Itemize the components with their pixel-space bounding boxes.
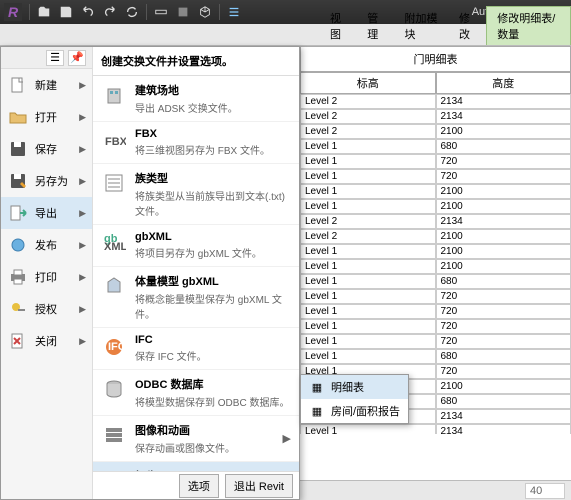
folder-open-icon (7, 107, 29, 127)
gbxml-icon: gbXML (101, 231, 127, 257)
odbc-icon (101, 376, 127, 402)
appmenu-export[interactable]: 导出▶ (1, 197, 92, 229)
chevron-right-icon: ▶ (79, 112, 86, 123)
table-row[interactable]: Level 12134 (300, 424, 571, 434)
report-flyout: ▦明细表▦房间/面积报告 (300, 374, 409, 424)
ribbon-tab-2[interactable]: 附加模块 (395, 7, 450, 45)
save-as-icon (7, 171, 29, 191)
flyout-schedule[interactable]: ▦明细表 (301, 375, 408, 399)
mass-icon (101, 273, 127, 299)
chevron-right-icon: ▶ (283, 432, 291, 445)
chevron-right-icon: ▶ (79, 336, 86, 347)
schedule-col-header[interactable]: 高度 (436, 72, 571, 94)
qat-redo-icon[interactable] (100, 3, 120, 21)
appmenu-file-new[interactable]: 新建▶ (1, 69, 92, 101)
appmenu-print[interactable]: 打印▶ (1, 261, 92, 293)
qat-measure-icon[interactable] (151, 3, 171, 21)
table-row[interactable]: Level 12100 (300, 259, 571, 274)
schedule-col-header[interactable]: 标高 (300, 72, 436, 94)
appmenu-license[interactable]: 授权▶ (1, 293, 92, 325)
table-row[interactable]: Level 22134 (300, 94, 571, 109)
qat-sync-icon[interactable] (122, 3, 142, 21)
chevron-right-icon: ▶ (79, 240, 86, 251)
export-ifc[interactable]: IFCIFC保存 IFC 文件。 (93, 328, 299, 370)
svg-text:IFC: IFC (108, 341, 126, 353)
room-icon: ▦ (309, 403, 325, 419)
ribbon-tab-3[interactable]: 修改 (449, 7, 486, 45)
table-row[interactable]: Level 1720 (300, 319, 571, 334)
table-row[interactable]: Level 12100 (300, 244, 571, 259)
export-image[interactable]: 图像和动画保存动画或图像文件。▶ (93, 416, 299, 462)
building-icon (101, 82, 127, 108)
appmenu-folder-open[interactable]: 打开▶ (1, 101, 92, 133)
svg-text:FBX: FBX (105, 136, 126, 148)
qat-undo-icon[interactable] (78, 3, 98, 21)
print-icon (7, 267, 29, 287)
table-row[interactable]: Level 12100 (300, 184, 571, 199)
export-building[interactable]: 建筑场地导出 ADSK 交换文件。 (93, 76, 299, 122)
close-icon (7, 331, 29, 351)
publish-icon (7, 235, 29, 255)
ribbon-tab-1[interactable]: 管理 (357, 7, 394, 45)
export-fbx[interactable]: FBXFBX将三维视图另存为 FBX 文件。 (93, 122, 299, 164)
chevron-right-icon: ▶ (79, 304, 86, 315)
pin-icon[interactable]: 📌 (68, 50, 86, 66)
table-row[interactable]: Level 22100 (300, 229, 571, 244)
table-row[interactable]: Level 1720 (300, 289, 571, 304)
flyout-room[interactable]: ▦房间/面积报告 (301, 399, 408, 423)
exit-revit-button[interactable]: 退出 Revit (225, 474, 293, 498)
export-report[interactable]: 报告保存明细表或房间/面积报告。▶ (93, 462, 299, 471)
appmenu-save-as[interactable]: 另存为▶ (1, 165, 92, 197)
table-row[interactable]: Level 12100 (300, 199, 571, 214)
status-value: 40 (525, 483, 565, 499)
recent-docs-icon[interactable]: ☰ (46, 50, 64, 66)
table-row[interactable]: Level 1680 (300, 349, 571, 364)
appmenu-publish[interactable]: 发布▶ (1, 229, 92, 261)
qat-list-icon[interactable] (224, 3, 244, 21)
license-icon (7, 299, 29, 319)
table-row[interactable]: Level 1680 (300, 274, 571, 289)
chevron-right-icon: ▶ (79, 272, 86, 283)
appmenu-save[interactable]: 保存▶ (1, 133, 92, 165)
ribbon-tab-4[interactable]: 修改明细表/数量 (486, 6, 571, 45)
ifc-icon: IFC (101, 334, 127, 360)
chevron-right-icon: ▶ (79, 80, 86, 91)
export-panel-header: 创建交换文件并设置选项。 (93, 47, 299, 76)
fbx-icon: FBX (101, 128, 127, 154)
export-icon (7, 203, 29, 223)
table-row[interactable]: Level 22100 (300, 124, 571, 139)
export-odbc[interactable]: ODBC 数据库将模型数据保存到 ODBC 数据库。 (93, 370, 299, 416)
table-row[interactable]: Level 1720 (300, 304, 571, 319)
svg-text:XML: XML (104, 241, 126, 253)
chevron-right-icon: ▶ (79, 208, 86, 219)
image-icon (101, 422, 127, 448)
table-row[interactable]: Level 1680 (300, 139, 571, 154)
save-icon (7, 139, 29, 159)
qat-open-icon[interactable] (34, 3, 54, 21)
revit-logo[interactable]: R (4, 3, 22, 21)
qat-save-icon[interactable] (56, 3, 76, 21)
table-row[interactable]: Level 1720 (300, 154, 571, 169)
table-row[interactable]: Level 1720 (300, 169, 571, 184)
table-row[interactable]: Level 22134 (300, 214, 571, 229)
export-family[interactable]: 族类型将族类型从当前族导出到文本(.txt)文件。 (93, 164, 299, 225)
appmenu-close[interactable]: 关闭▶ (1, 325, 92, 357)
ribbon-tab-0[interactable]: 视图 (320, 7, 357, 45)
options-button[interactable]: 选项 (179, 474, 219, 498)
file-new-icon (7, 75, 29, 95)
table-row[interactable]: Level 22134 (300, 109, 571, 124)
table-row[interactable]: Level 1720 (300, 334, 571, 349)
chevron-right-icon: ▶ (79, 144, 86, 155)
schedule-icon: ▦ (309, 379, 325, 395)
export-gbxml[interactable]: gbXMLgbXML将项目另存为 gbXML 文件。 (93, 225, 299, 267)
family-icon (101, 170, 127, 196)
schedule-title: 门明细表 (300, 46, 571, 72)
qat-section-icon[interactable] (173, 3, 193, 21)
chevron-right-icon: ▶ (79, 176, 86, 187)
app-menu: ☰ 📌 新建▶打开▶保存▶另存为▶导出▶发布▶打印▶授权▶关闭▶ 创建交换文件并… (0, 46, 300, 500)
export-mass[interactable]: 体量模型 gbXML将概念能量模型保存为 gbXML 文件。 (93, 267, 299, 328)
qat-3d-icon[interactable] (195, 3, 215, 21)
